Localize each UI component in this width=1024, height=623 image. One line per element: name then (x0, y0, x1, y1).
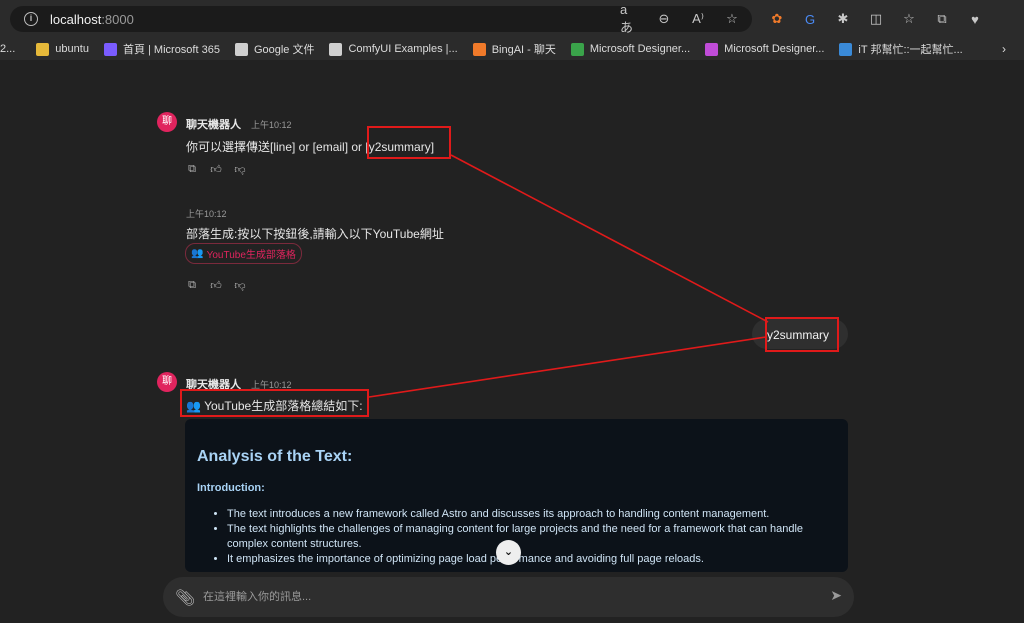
bookmark-label: ComfyUI Examples |... (348, 43, 458, 55)
bookmark-item[interactable]: ubuntu (36, 42, 89, 56)
bookmark-favicon-icon (234, 42, 248, 56)
bot-name: 聊天機器人 (186, 119, 241, 131)
bookmark-label: BingAI - 聊天 (491, 44, 556, 56)
highlight-box-summary-heading (180, 389, 369, 417)
bookmark-item[interactable]: iT 邦幫忙::一起幫忙... (839, 41, 963, 57)
bookmark-item[interactable]: Google 文件 (234, 41, 315, 57)
bookmark-item[interactable]: ComfyUI Examples |... (329, 42, 458, 56)
copy-icon[interactable]: ⧉ (185, 278, 199, 292)
bookmark-favicon-icon (839, 42, 853, 56)
bookmarks-bar: 2... ubuntu 首頁 | Microsoft 365 Google 文件 Com… (0, 38, 1024, 60)
site-info-icon[interactable]: i (24, 12, 38, 26)
bookmark-label: ubuntu (55, 43, 89, 55)
read-aloud-icon[interactable]: A⁾ (688, 9, 708, 29)
list-item: The text introduces a new framework call… (227, 507, 827, 522)
collections-icon[interactable]: ⧉ (931, 9, 953, 29)
highlight-box-y2summary-option (367, 126, 451, 159)
bookmark-favicon-icon (329, 42, 343, 56)
split-screen-icon[interactable]: ◫ (865, 9, 887, 29)
bot-message-text: 部落生成:按以下按鈕後,請輸入以下YouTube網址 (186, 227, 444, 241)
browser-health-icon[interactable]: ♥ (964, 9, 986, 29)
message-input-bar: 📎︎ ➤ (163, 577, 854, 617)
zoom-out-icon[interactable]: ⊖ (654, 9, 674, 29)
extension-orange-icon[interactable]: ✿ (766, 9, 788, 29)
bookmarks-overflow-icon[interactable]: › (1002, 42, 1006, 56)
list-item: The text highlights the challenges of ma… (227, 522, 827, 552)
translate-icon[interactable]: aあ (620, 2, 640, 35)
youtube-blog-button-label: YouTube生成部落格 (206, 250, 296, 261)
send-icon[interactable]: ➤ (830, 587, 842, 604)
bookmark-label: Google 文件 (253, 44, 315, 56)
favorite-star-icon[interactable]: ☆ (722, 9, 742, 29)
bookmark-label: Microsoft Designer... (589, 43, 691, 55)
google-translate-icon[interactable]: G (799, 9, 821, 29)
bookmark-item[interactable]: 2... (0, 43, 15, 55)
url-port: :8000 (101, 11, 134, 27)
bot-avatar: 聊 (157, 372, 177, 392)
message-time: 上午10:12 (186, 209, 227, 219)
bookmark-favicon-icon (705, 42, 719, 56)
card-bullet-list: The text introduces a new framework call… (227, 507, 827, 567)
bookmark-item[interactable]: 首頁 | Microsoft 365 (103, 41, 220, 57)
bookmark-label: Microsoft Designer... (724, 43, 825, 55)
message-time: 上午10:12 (251, 120, 292, 130)
bookmark-favicon-icon (570, 42, 584, 56)
favorites-icon[interactable]: ☆ (898, 9, 920, 29)
thumbs-down-icon[interactable]: 👎︎ (233, 278, 247, 292)
scroll-down-button[interactable]: ⌄ (496, 540, 521, 565)
copy-icon[interactable]: ⧉ (185, 162, 199, 176)
bookmark-item[interactable]: Microsoft Designer... (570, 42, 691, 56)
people-icon: 👥 (191, 248, 204, 259)
bookmark-favicon-icon (472, 42, 486, 56)
youtube-blog-button[interactable]: 👥 YouTube生成部落格 (185, 243, 302, 264)
browser-toolbar: i localhost:8000 aあ ⊖ A⁾ ☆ ✿ G ✱ ◫ ☆ ⧉ ♥ (0, 0, 1024, 38)
url-host: localhost (50, 11, 102, 27)
bookmark-label: 首頁 | Microsoft 365 (122, 44, 220, 56)
bookmark-favicon-icon (36, 42, 50, 56)
message-input[interactable] (203, 586, 803, 608)
bookmark-label: 2... (0, 43, 16, 55)
card-title: Analysis of the Text: (197, 448, 353, 465)
card-subtitle: Introduction: (197, 482, 265, 494)
list-item: It emphasizes the importance of optimizi… (227, 552, 827, 567)
address-bar[interactable]: i localhost:8000 aあ ⊖ A⁾ ☆ (10, 2, 752, 35)
highlight-box-user-message (765, 317, 839, 352)
bookmark-item[interactable]: BingAI - 聊天 (472, 41, 556, 57)
thumbs-down-icon[interactable]: 👎︎ (233, 162, 247, 176)
bookmark-item[interactable]: Microsoft Designer... (705, 42, 825, 56)
chat-area: 聊 聊天機器人 上午10:12 你可以選擇傳送[line] or [email]… (0, 60, 1024, 623)
thumbs-up-icon[interactable]: 👍︎ (209, 278, 223, 292)
bookmark-label: iT 邦幫忙::一起幫忙... (858, 44, 963, 56)
bot-avatar: 聊 (157, 112, 177, 132)
extensions-icon[interactable]: ✱ (832, 9, 854, 29)
bookmark-favicon-icon (103, 42, 117, 56)
thumbs-up-icon[interactable]: 👍︎ (209, 162, 223, 176)
attach-icon[interactable]: 📎︎ (175, 588, 195, 608)
